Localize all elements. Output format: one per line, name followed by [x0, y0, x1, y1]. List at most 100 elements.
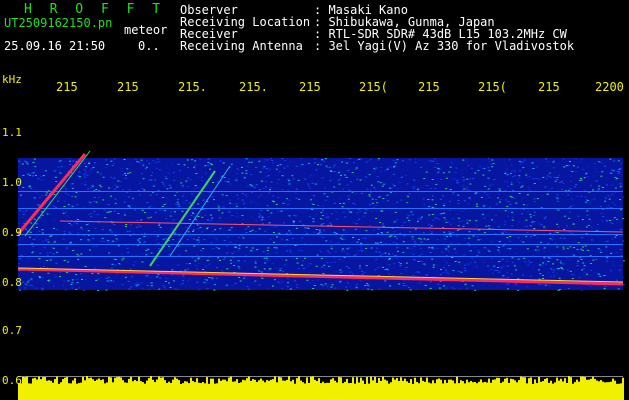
noise-speck: [143, 236, 146, 237]
noise-speck: [142, 242, 145, 244]
noise-speck: [375, 205, 378, 207]
strip-bar: [282, 380, 284, 400]
noise-speck: [154, 212, 157, 213]
time-tick: 215: [418, 80, 440, 94]
noise-speck: [569, 270, 572, 272]
noise-speck: [551, 254, 554, 256]
noise-speck: [110, 231, 113, 233]
strip-bar: [58, 383, 60, 400]
noise-speck: [521, 185, 524, 187]
noise-speck: [210, 220, 213, 222]
noise-speck: [506, 288, 509, 290]
noise-speck: [497, 197, 499, 199]
noise-speck: [182, 202, 185, 204]
noise-speck: [245, 246, 248, 248]
noise-speck: [322, 222, 325, 224]
noise-speck: [41, 195, 44, 197]
noise-speck: [75, 274, 78, 276]
noise-speck: [458, 263, 461, 265]
noise-speck: [313, 231, 316, 233]
noise-speck: [65, 188, 68, 190]
noise-speck: [559, 260, 562, 262]
noise-speck: [21, 163, 24, 165]
noise-speck: [365, 265, 368, 267]
noise-speck: [78, 254, 81, 256]
noise-speck: [595, 180, 598, 182]
noise-speck: [355, 286, 358, 288]
strip-bar: [172, 379, 174, 400]
noise-speck: [379, 266, 381, 267]
noise-speck: [418, 237, 420, 239]
noise-speck: [443, 235, 446, 237]
strip-bar: [412, 383, 414, 400]
noise-speck: [126, 247, 129, 249]
noise-speck: [29, 174, 32, 176]
noise-speck: [384, 170, 387, 172]
strip-bar: [280, 377, 282, 400]
noise-speck: [226, 252, 229, 254]
noise-speck: [252, 237, 255, 239]
noise-speck: [457, 182, 460, 184]
noise-speck: [66, 222, 69, 224]
noise-speck: [271, 262, 274, 264]
noise-speck: [476, 236, 479, 238]
noise-speck: [266, 259, 269, 261]
noise-speck: [304, 178, 307, 180]
noise-speck: [492, 163, 495, 165]
noise-speck: [364, 212, 367, 214]
noise-speck: [535, 237, 538, 238]
noise-speck: [329, 170, 332, 172]
noise-speck: [619, 186, 622, 188]
noise-speck: [586, 214, 589, 216]
strip-bar: [570, 377, 572, 400]
noise-speck: [380, 241, 382, 243]
noise-speck: [254, 201, 256, 203]
noise-speck: [134, 159, 137, 160]
noise-speck: [529, 178, 532, 180]
noise-speck: [577, 215, 580, 217]
noise-speck: [380, 232, 383, 233]
noise-speck: [50, 247, 53, 249]
noise-speck: [204, 165, 207, 167]
noise-speck: [242, 203, 245, 205]
noise-speck: [108, 252, 111, 254]
noise-speck: [266, 159, 269, 161]
noise-speck: [374, 242, 377, 244]
noise-speck: [121, 168, 124, 170]
noise-speck: [609, 172, 612, 174]
noise-speck: [445, 188, 448, 190]
noise-speck: [291, 175, 294, 177]
noise-speck: [211, 279, 214, 281]
noise-speck: [270, 212, 273, 214]
noise-speck: [526, 177, 529, 178]
noise-speck: [68, 231, 71, 233]
noise-speck: [474, 241, 477, 243]
strip-bar: [446, 382, 448, 400]
noise-speck: [356, 176, 359, 178]
noise-speck: [507, 265, 509, 267]
noise-speck: [446, 236, 449, 238]
noise-speck: [571, 232, 574, 234]
noise-speck: [54, 240, 57, 242]
noise-speck: [226, 245, 229, 247]
noise-speck: [480, 196, 483, 198]
noise-speck: [370, 200, 373, 202]
noise-speck: [264, 180, 267, 182]
noise-speck: [219, 259, 221, 261]
noise-speck: [49, 251, 52, 253]
noise-speck: [129, 224, 132, 226]
noise-speck: [415, 267, 418, 269]
noise-speck: [607, 195, 610, 197]
noise-speck: [296, 245, 298, 246]
noise-speck: [603, 288, 606, 290]
noise-speck: [170, 211, 173, 213]
noise-speck: [208, 264, 211, 266]
noise-speck: [165, 235, 168, 237]
noise-speck: [469, 183, 472, 185]
noise-speck: [447, 245, 450, 247]
noise-speck: [600, 163, 603, 164]
noise-speck: [156, 258, 159, 259]
noise-speck: [297, 249, 300, 251]
noise-speck: [617, 173, 620, 174]
noise-speck: [583, 177, 586, 179]
